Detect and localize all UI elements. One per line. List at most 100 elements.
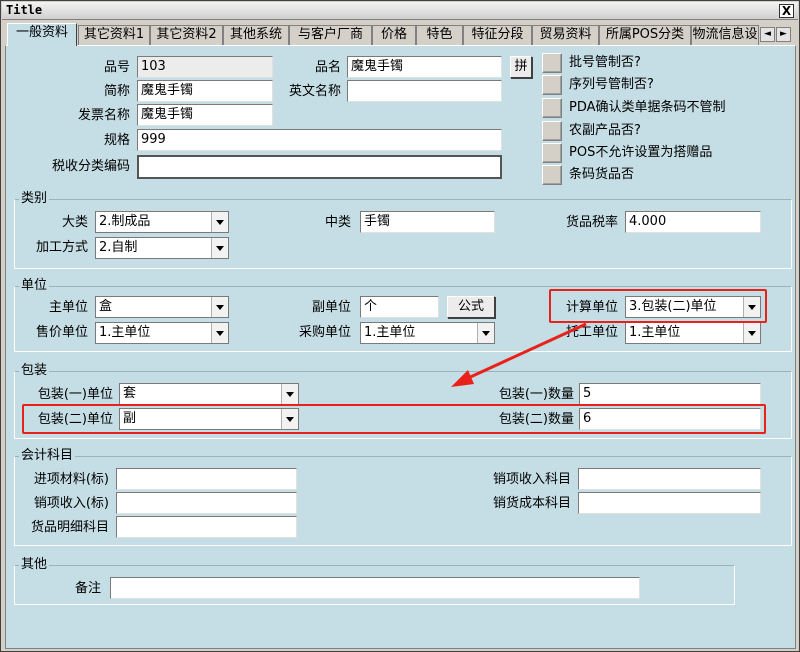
tab-feature-segment[interactable]: 特征分段	[463, 25, 532, 45]
process-method-value: 2.自制	[99, 240, 138, 255]
chevron-down-icon[interactable]	[743, 323, 760, 343]
pkg2-unit-value: 副	[123, 411, 137, 426]
pkg1-qty-field[interactable]: 5	[579, 383, 761, 405]
main-unit-select[interactable]: 盒	[95, 296, 229, 318]
window-title: Title	[6, 3, 43, 17]
process-method-label: 加工方式	[35, 240, 88, 255]
batch-control-label: 批号管制否?	[569, 55, 641, 70]
invoice-name-field[interactable]: 魔鬼手镯	[137, 104, 273, 126]
pos-gift-checkbox[interactable]	[542, 143, 562, 163]
chevron-down-icon[interactable]	[211, 323, 228, 343]
tax-rate-field[interactable]: 4.000	[625, 211, 761, 233]
pkg1-unit-label: 包装(一)单位	[37, 387, 113, 402]
tab-scroll-left-icon[interactable]: ◄	[760, 27, 775, 42]
remark-field[interactable]	[110, 577, 640, 599]
code-field[interactable]: 103	[137, 56, 273, 78]
chevron-down-icon[interactable]	[211, 297, 228, 317]
barcode-goods-checkbox[interactable]	[542, 165, 562, 185]
close-icon[interactable]: X	[779, 4, 794, 18]
purchase-unit-value: 1.主单位	[364, 325, 416, 340]
short-name-label: 简称	[103, 84, 130, 99]
chevron-down-icon[interactable]	[281, 384, 298, 404]
chevron-down-icon[interactable]	[211, 212, 228, 232]
purchase-material-label: 进项材料(标)	[33, 472, 109, 487]
sales-income-std-label: 销项收入(标)	[33, 496, 109, 511]
pos-gift-label: POS不允许设置为搭赠品	[569, 145, 713, 160]
chevron-down-icon[interactable]	[281, 409, 298, 429]
name-label: 品名	[314, 60, 341, 75]
package-group-title: 包装	[19, 363, 50, 379]
sales-income-account-label: 销项收入科目	[492, 472, 571, 487]
purchase-unit-select[interactable]: 1.主单位	[360, 322, 495, 344]
sales-cost-account-label: 销货成本科目	[492, 496, 571, 511]
big-category-value: 2.制成品	[99, 214, 151, 229]
tab-other2[interactable]: 其它资料2	[150, 25, 223, 45]
tab-feature[interactable]: 特色	[416, 25, 463, 45]
pda-barcode-label: PDA确认类单据条码不管制	[569, 100, 726, 115]
pkg2-unit-select[interactable]: 副	[119, 408, 299, 430]
spec-field[interactable]: 999	[137, 129, 502, 151]
pkg2-qty-field[interactable]: 6	[579, 408, 761, 430]
category-group-title: 类别	[19, 191, 50, 207]
spec-label: 规格	[103, 133, 130, 148]
purchase-material-field[interactable]	[116, 468, 297, 490]
serial-control-checkbox[interactable]	[542, 75, 562, 95]
calc-unit-value: 3.包装(二)单位	[629, 299, 717, 314]
tax-rate-label: 货品税率	[565, 215, 618, 230]
serial-control-label: 序列号管制否?	[569, 77, 654, 92]
sale-unit-select[interactable]: 1.主单位	[95, 322, 229, 344]
outsource-unit-select[interactable]: 1.主单位	[625, 322, 761, 344]
invoice-name-label: 发票名称	[77, 108, 130, 123]
tab-pos-category[interactable]: 所属POS分类	[599, 25, 691, 45]
code-label: 品号	[103, 60, 130, 75]
goods-detail-account-label: 货品明细科目	[30, 520, 109, 535]
tax-code-field[interactable]	[137, 155, 502, 179]
tab-other-system[interactable]: 其他系统	[223, 25, 289, 45]
main-unit-label: 主单位	[48, 300, 88, 315]
calc-unit-select[interactable]: 3.包装(二)单位	[625, 296, 761, 318]
sales-income-account-field[interactable]	[578, 468, 761, 490]
purchase-unit-label: 采购单位	[298, 325, 351, 340]
chevron-down-icon[interactable]	[477, 323, 494, 343]
big-category-select[interactable]: 2.制成品	[95, 211, 229, 233]
pkg1-qty-label: 包装(一)数量	[498, 387, 574, 402]
pda-barcode-checkbox[interactable]	[542, 98, 562, 118]
process-method-select[interactable]: 2.自制	[95, 237, 229, 259]
pinyin-button[interactable]: 拼	[510, 56, 532, 78]
tab-customer-vendor[interactable]: 与客户厂商	[289, 25, 372, 45]
sub-unit-field[interactable]: 个	[360, 296, 439, 318]
title-bar[interactable]: Title X	[2, 2, 798, 20]
sales-cost-account-field[interactable]	[578, 492, 761, 514]
pkg2-qty-label: 包装(二)数量	[498, 412, 574, 427]
agri-product-label: 农副产品否?	[569, 123, 641, 138]
sales-income-std-field[interactable]	[116, 492, 297, 514]
tab-other1[interactable]: 其它资料1	[78, 25, 150, 45]
general-tab-panel: 品号 103 品名 魔鬼手镯 拼 简称 魔鬼手镯 英文名称 发票名称 魔鬼手镯 …	[5, 45, 796, 649]
sub-unit-label: 副单位	[311, 300, 351, 315]
name-field[interactable]: 魔鬼手镯	[347, 56, 502, 78]
tab-price[interactable]: 价格	[372, 25, 416, 45]
unit-group-title: 单位	[19, 278, 50, 294]
tab-trade[interactable]: 贸易资料	[532, 25, 599, 45]
mid-category-field[interactable]: 手镯	[360, 211, 495, 233]
accounting-group-title: 会计科目	[19, 448, 76, 464]
outsource-unit-value: 1.主单位	[629, 325, 681, 340]
remark-label: 备注	[74, 581, 101, 596]
batch-control-checkbox[interactable]	[542, 53, 562, 73]
tax-code-label: 税收分类编码	[51, 159, 130, 174]
pkg1-unit-value: 套	[123, 386, 137, 401]
pkg1-unit-select[interactable]: 套	[119, 383, 299, 405]
english-name-label: 英文名称	[288, 84, 341, 99]
tab-scroll-right-icon[interactable]: ►	[776, 27, 791, 42]
formula-button[interactable]: 公式	[447, 296, 495, 318]
english-name-field[interactable]	[347, 80, 502, 102]
short-name-field[interactable]: 魔鬼手镯	[137, 80, 273, 102]
chevron-down-icon[interactable]	[211, 238, 228, 258]
other-group-title: 其他	[19, 557, 50, 573]
chevron-down-icon[interactable]	[743, 297, 760, 317]
tab-general[interactable]: 一般资料	[7, 23, 77, 46]
agri-product-checkbox[interactable]	[542, 121, 562, 141]
mid-category-label: 中类	[324, 215, 351, 230]
goods-detail-account-field[interactable]	[116, 516, 297, 538]
tab-logistics[interactable]: 物流信息设	[691, 25, 759, 45]
